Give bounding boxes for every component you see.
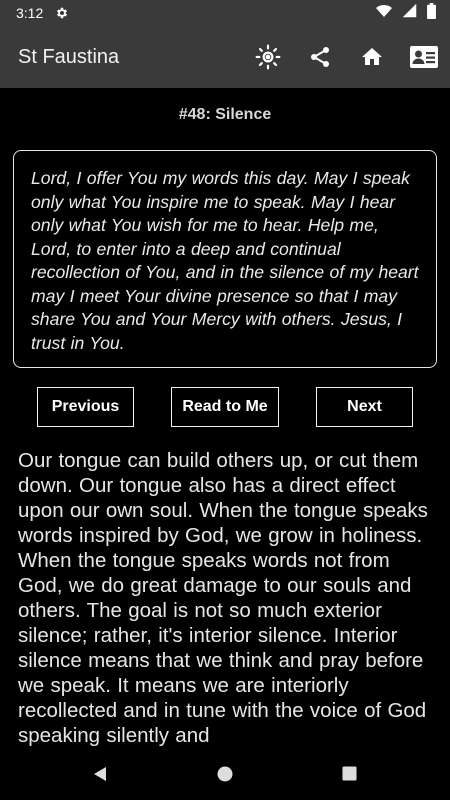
wifi-icon — [376, 4, 392, 23]
app-actions — [242, 31, 450, 83]
brightness-icon[interactable] — [242, 31, 294, 83]
read-to-me-button[interactable]: Read to Me — [171, 387, 279, 427]
navigation-bar — [0, 750, 450, 800]
previous-button[interactable]: Previous — [37, 387, 134, 427]
home-icon[interactable] — [346, 31, 398, 83]
share-icon[interactable] — [294, 31, 346, 83]
app-bar: St Faustina — [0, 26, 450, 88]
settings-icon — [55, 6, 69, 20]
contact-card-icon[interactable] — [398, 31, 450, 83]
prayer-box: Lord, I offer You my words this day. May… — [13, 150, 437, 368]
recents-icon[interactable] — [342, 766, 357, 786]
home-circle-icon[interactable] — [217, 766, 233, 787]
page-title: #48: Silence — [178, 106, 272, 123]
status-bar: 3:12 — [0, 0, 450, 26]
signal-icon — [402, 3, 417, 23]
back-icon[interactable] — [92, 766, 108, 787]
next-button[interactable]: Next — [316, 387, 413, 427]
prayer-text: Lord, I offer You my words this day. May… — [31, 168, 419, 353]
status-time: 3:12 — [16, 5, 44, 21]
reflection-text: Our tongue can build others up, or cut t… — [18, 449, 428, 747]
battery-icon — [427, 2, 436, 24]
app-title: St Faustina — [18, 45, 120, 68]
